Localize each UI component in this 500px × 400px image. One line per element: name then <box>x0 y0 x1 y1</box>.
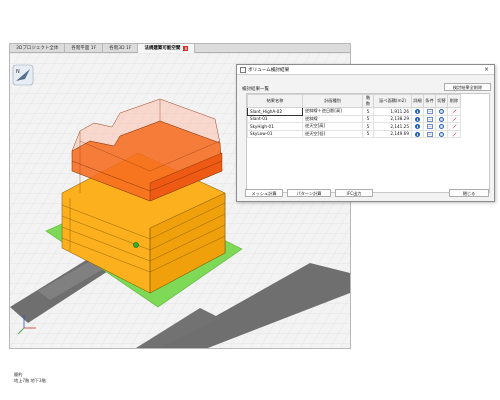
close-tab-icon[interactable]: × <box>183 46 189 51</box>
result-floors: 5 <box>362 129 374 138</box>
eraser-icon[interactable] <box>452 124 457 129</box>
results-list-heading: 検討結果一覧 <box>242 87 269 92</box>
table-row[interactable]: SkyLow-01 逆天空[低] 5 2,149.69 i <box>247 129 461 138</box>
swap-icon[interactable] <box>439 109 444 114</box>
col-delete-header: 削除 <box>447 94 461 108</box>
tab-label: 3Dプロジェクト全体 <box>16 46 59 51</box>
info-icon[interactable]: i <box>415 109 420 114</box>
result-type: 逆斜線＋逆日影[高] <box>302 107 363 116</box>
dialog-close-icon[interactable]: × <box>484 66 489 73</box>
tab-floor-3d[interactable]: 各階3D 1F <box>103 44 139 53</box>
results-table: 結果名称 計画種別 階数 延べ面積(m2) 詳細 条件 切替 削除 Slant_… <box>247 94 461 138</box>
tab-label: 各階3D 1F <box>109 46 132 51</box>
close-button[interactable]: 閉じる <box>449 189 489 197</box>
result-floors: 5 <box>362 107 374 116</box>
tab-buildable-space[interactable]: 法規建築可能空間 × <box>138 44 196 53</box>
document-icon[interactable] <box>426 116 433 122</box>
compass-label: N <box>16 69 20 75</box>
volume-study-dialog: ボリューム検討結果 × 検討結果一覧 検討結果全削除 結果名称 計画種別 階数 … <box>236 64 495 202</box>
tab-bar: 3Dプロジェクト全体 各階平面 1F 各階3D 1F 法規建築可能空間 × <box>10 44 350 53</box>
compass-icon[interactable]: N <box>12 64 34 86</box>
dialog-titlebar[interactable]: ボリューム検討結果 × <box>237 65 494 75</box>
results-table-container: 結果名称 計画種別 階数 延べ面積(m2) 詳細 条件 切替 削除 Slant_… <box>246 93 490 193</box>
result-area: 2,149.69 <box>373 129 412 138</box>
eraser-icon[interactable] <box>452 132 457 137</box>
result-name[interactable]: SkyHigh-01 <box>247 122 303 131</box>
delete-all-results-button[interactable]: 検討結果全削除 <box>444 83 491 91</box>
col-type-header: 計画種別 <box>302 94 363 108</box>
table-row[interactable]: Slant_HighA-02 逆斜線＋逆日影[高] 5 1,911.26 i <box>247 107 461 116</box>
ifc-export-button[interactable]: IFC出力 <box>335 189 373 197</box>
tab-floor-plan[interactable]: 各階平面 1F <box>65 44 104 53</box>
info-icon[interactable]: i <box>415 131 420 137</box>
result-floors: 5 <box>362 122 374 131</box>
col-area-header: 延べ面積(m2) <box>373 94 412 108</box>
result-name[interactable]: Slant-01 <box>247 114 303 123</box>
table-row[interactable]: Slant-01 逆斜線 5 2,138.29 i <box>247 114 461 123</box>
eraser-icon[interactable] <box>452 117 457 122</box>
result-area: 2,138.29 <box>373 114 412 123</box>
status-readout: 簡約 地上7階 地下3階 <box>14 372 46 383</box>
result-area: 1,911.26 <box>373 107 412 116</box>
col-detail-header: 詳細 <box>411 94 424 108</box>
result-area: 2,141.25 <box>373 122 412 131</box>
selection-marker[interactable] <box>133 242 139 248</box>
swap-icon[interactable] <box>439 116 444 122</box>
col-name-header: 結果名称 <box>247 94 303 108</box>
col-switch-header: 切替 <box>435 94 448 108</box>
col-condition-header: 条件 <box>423 94 436 108</box>
result-name[interactable]: SkyLow-01 <box>247 129 303 138</box>
pattern-calc-button[interactable]: パターン計算 <box>287 189 331 197</box>
document-icon[interactable] <box>426 131 433 137</box>
result-type: 逆斜線 <box>302 114 363 123</box>
status-line-floors: 地上7階 地下3階 <box>14 377 46 383</box>
tab-label: 法規建築可能空間 <box>144 46 181 51</box>
document-icon[interactable] <box>426 109 433 114</box>
result-floors: 5 <box>362 114 374 123</box>
tab-project-3d[interactable]: 3Dプロジェクト全体 <box>10 44 66 53</box>
table-header-row: 結果名称 計画種別 階数 延べ面積(m2) 詳細 条件 切替 削除 <box>247 94 461 108</box>
dialog-title: ボリューム検討結果 <box>248 68 290 73</box>
result-name[interactable]: Slant_HighA-02 <box>247 107 303 116</box>
mesh-calc-button[interactable]: メッシュ計算 <box>245 189 283 197</box>
table-row[interactable]: SkyHigh-01 逆天空[高] 5 2,141.25 i <box>247 122 461 131</box>
result-type: 逆天空[低] <box>302 129 363 138</box>
swap-icon[interactable] <box>439 131 444 137</box>
app-icon <box>240 67 246 73</box>
document-icon[interactable] <box>426 124 433 129</box>
tab-label: 各階平面 1F <box>71 46 97 51</box>
info-icon[interactable]: i <box>415 124 420 129</box>
result-type: 逆天空[高] <box>302 122 363 131</box>
swap-icon[interactable] <box>439 124 444 129</box>
eraser-icon[interactable] <box>452 109 457 114</box>
col-floors-header: 階数 <box>362 94 374 108</box>
info-icon[interactable]: i <box>415 116 420 122</box>
